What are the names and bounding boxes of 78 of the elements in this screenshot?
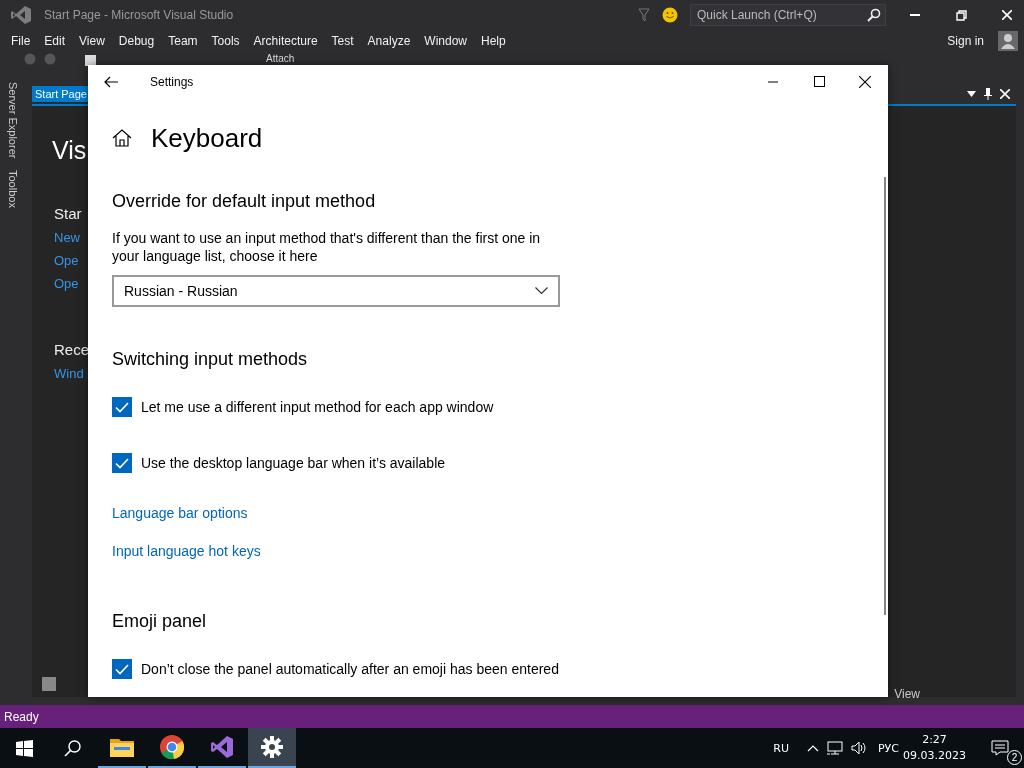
smiley-icon[interactable]: [662, 7, 678, 23]
notification-count: 2: [1007, 750, 1022, 765]
checkbox[interactable]: [112, 397, 132, 417]
close-icon: [859, 75, 871, 88]
page-title: Keyboard: [151, 122, 263, 154]
chevron-down-icon: [535, 287, 548, 295]
speaker-icon[interactable]: [851, 741, 868, 755]
menu-item[interactable]: Architecture: [246, 34, 325, 48]
time-text: 2:27: [922, 732, 947, 748]
sign-in-link[interactable]: Sign in: [941, 33, 990, 49]
description-text: If you want to use an input method that's different than the first one in your language list, choose it here: [112, 229, 542, 265]
section-heading: Switching input methods: [112, 348, 309, 371]
gear-icon: [261, 736, 283, 758]
browser-icon: [160, 735, 184, 759]
menu-item[interactable]: View: [72, 34, 112, 48]
clock[interactable]: 2:27 09.03.2023: [903, 732, 966, 764]
taskbar-app[interactable]: [248, 728, 296, 768]
keyboard-layout-indicator[interactable]: РУС: [878, 741, 899, 755]
window-title: Settings: [150, 74, 195, 89]
menu-item[interactable]: Test: [324, 34, 361, 48]
pin-icon[interactable]: [984, 88, 992, 100]
checkbox-label[interactable]: Don’t close the panel automatically after an emoji has been entered: [112, 659, 559, 679]
restore-icon: [955, 9, 967, 21]
folder-icon: [110, 737, 134, 757]
start-link[interactable]: New: [54, 230, 80, 245]
section-heading: Star: [54, 205, 82, 222]
start-link[interactable]: Ope: [54, 253, 79, 268]
menu-item[interactable]: File: [4, 34, 38, 48]
input-method-dropdown[interactable]: Russian - Russian: [112, 275, 560, 307]
dropdown-arrow-icon[interactable]: [967, 91, 976, 97]
maximize-icon: [813, 76, 825, 87]
menu-item[interactable]: Tools: [204, 34, 247, 48]
date-text: 09.03.2023: [903, 748, 966, 764]
menu-item[interactable]: Window: [417, 34, 474, 48]
section-heading: Emoji panel: [112, 610, 208, 633]
search-icon: [63, 739, 81, 757]
start-link[interactable]: Ope: [54, 276, 79, 291]
search-icon: [867, 8, 881, 22]
minimize-icon: [910, 14, 920, 16]
settings-link[interactable]: Input language hot keys: [112, 543, 261, 559]
checkbox-label[interactable]: Use the desktop language bar when it’s available: [112, 453, 446, 473]
start-page-title: Vis: [52, 136, 87, 165]
attach-button[interactable]: Attach: [266, 53, 295, 64]
section-heading: Rece: [54, 341, 90, 358]
square-icon: [42, 677, 56, 691]
menu-item[interactable]: Debug: [111, 34, 162, 48]
checkbox-label[interactable]: Let me use a different input method for each app window: [112, 397, 494, 417]
window-title: Start Page - Microsoft Visual Studio: [44, 8, 234, 22]
network-icon[interactable]: [827, 741, 843, 755]
minimize-icon: [768, 80, 778, 83]
section-heading: Override for default input method: [112, 190, 377, 213]
menu-item[interactable]: Edit: [37, 34, 73, 48]
home-icon[interactable]: [112, 129, 132, 147]
account-icon[interactable]: [998, 31, 1018, 51]
chevron-up-icon[interactable]: [807, 744, 819, 752]
close-icon: [1002, 10, 1012, 20]
close-icon[interactable]: [1000, 89, 1010, 99]
checkbox[interactable]: [112, 659, 132, 679]
notifications-button[interactable]: 2: [976, 728, 1024, 768]
side-tab[interactable]: Server Explorer: [7, 82, 19, 159]
settings-link[interactable]: Language bar options: [112, 505, 248, 521]
visual-studio-icon: [210, 735, 234, 759]
windows-logo-icon: [15, 739, 33, 757]
bottom-tab[interactable]: View: [894, 687, 920, 701]
recent-link[interactable]: Wind: [54, 366, 84, 381]
status-text: Ready: [4, 709, 39, 724]
menu-item[interactable]: Help: [474, 34, 513, 48]
quick-launch-field[interactable]: Quick Launch (Ctrl+Q): [690, 4, 886, 26]
menu-item[interactable]: Analyze: [360, 34, 418, 48]
document-tab[interactable]: Start Page: [32, 86, 90, 102]
filter-icon[interactable]: [638, 8, 650, 22]
menu-item[interactable]: Team: [161, 34, 205, 48]
checkbox[interactable]: [112, 453, 132, 473]
language-indicator[interactable]: RU: [773, 741, 789, 755]
visual-studio-logo-icon: [10, 5, 32, 25]
scrollbar[interactable]: [884, 177, 886, 615]
message-icon: [991, 740, 1009, 756]
side-tab[interactable]: Toolbox: [7, 170, 19, 209]
